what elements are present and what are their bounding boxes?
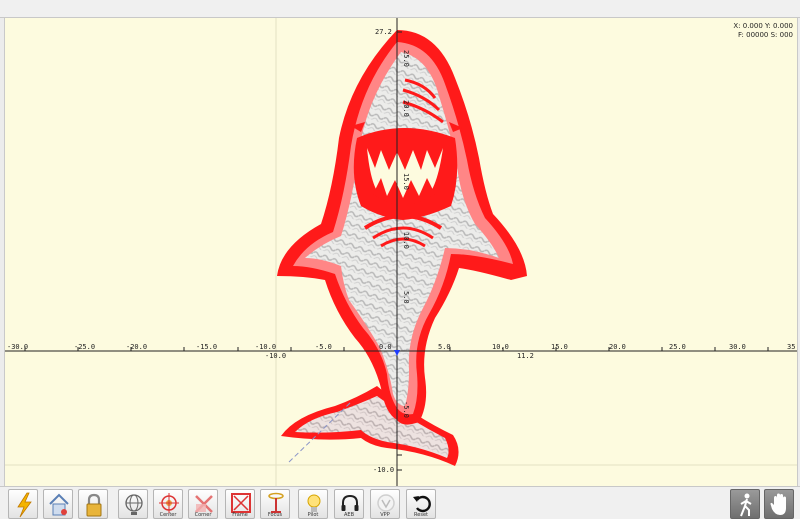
top-bar — [0, 0, 800, 18]
x-tick-label: 10.0 — [492, 343, 509, 351]
y-extent-min-label: -10.0 — [373, 466, 394, 474]
reset-button[interactable]: Reset — [406, 489, 436, 519]
focus-icon — [268, 492, 284, 513]
center-button[interactable]: Center — [153, 489, 183, 519]
y-tick-label: 15.0 — [402, 173, 410, 190]
x-tick-label: 5.0 — [438, 343, 451, 351]
x-tick-label: 30.0 — [729, 343, 746, 351]
undo-icon — [413, 495, 431, 513]
bottom-toolbar: Center Corner Frame Focus Pilot AEB VPP … — [0, 486, 800, 519]
lightning-button[interactable] — [8, 489, 38, 519]
coordinate-readout: X: 0.000 Y: 0.000 F: 00000 S: 000 — [733, 22, 793, 40]
lightbulb-icon — [307, 494, 321, 512]
vpp-icon — [377, 494, 395, 512]
crosshair-icon — [159, 493, 179, 513]
y-tick-label: -5.0 — [402, 401, 410, 418]
x-extent-max-label: 11.2 — [517, 352, 534, 360]
focus-button[interactable]: Focus — [260, 489, 290, 519]
corner-button-label: Corner — [194, 512, 212, 518]
workspace-canvas[interactable]: -30.0 -25.0 -20.0 -15.0 -10.0 -5.0 0.0 5… — [4, 18, 798, 486]
frame-button[interactable]: Frame — [225, 489, 255, 519]
corner-button[interactable]: Corner — [188, 489, 218, 519]
home-button[interactable] — [43, 489, 73, 519]
aeb-button-label: AEB — [343, 512, 354, 518]
headphones-icon — [341, 494, 359, 511]
lock-icon — [86, 493, 102, 517]
focus-button-label: Focus — [267, 512, 283, 518]
x-tick-label: 25.0 — [669, 343, 686, 351]
globe-button[interactable] — [118, 489, 148, 519]
x-tick-label: -15.0 — [196, 343, 217, 351]
frame-icon — [231, 493, 251, 513]
x-extent-min-label: -10.0 — [265, 352, 286, 360]
x-tick-label: 20.0 — [609, 343, 626, 351]
lock-button[interactable] — [78, 489, 108, 519]
x-tick-label: -30.0 — [7, 343, 28, 351]
y-tick-label: 5.0 — [402, 291, 410, 304]
frame-button-label: Frame — [232, 512, 248, 518]
corner-icon — [195, 495, 213, 513]
hand-icon — [770, 493, 786, 515]
x-tick-label: 35 — [787, 343, 795, 351]
xy-readout: X: 0.000 Y: 0.000 — [733, 22, 793, 30]
y-tick-label: 10.0 — [402, 232, 410, 249]
workspace-svg: -30.0 -25.0 -20.0 -15.0 -10.0 -5.0 0.0 5… — [5, 18, 797, 486]
reset-button-label: Reset — [414, 512, 428, 518]
pilot-button-label: Pilot — [307, 512, 319, 518]
aeb-button[interactable]: AEB — [334, 489, 364, 519]
center-button-label: Center — [159, 512, 177, 518]
vpp-button[interactable]: VPP — [370, 489, 400, 519]
x-tick-label: 0.0 — [379, 343, 392, 351]
lightning-icon — [17, 492, 32, 518]
x-tick-label: -10.0 — [255, 343, 276, 351]
x-tick-label: 15.0 — [551, 343, 568, 351]
globe-icon — [125, 494, 143, 515]
feed-speed-readout: F: 00000 S: 000 — [738, 31, 793, 39]
x-tick-label: -25.0 — [74, 343, 95, 351]
x-tick-label: -20.0 — [126, 343, 147, 351]
y-tick-label: 27.2 — [375, 28, 392, 36]
y-tick-label: 25.0 — [402, 50, 410, 67]
walking-person-icon — [740, 493, 752, 517]
y-tick-label: 20.0 — [402, 100, 410, 117]
walk-button[interactable] — [730, 489, 760, 519]
pilot-button[interactable]: Pilot — [298, 489, 328, 519]
home-icon — [49, 493, 69, 516]
shark-artwork — [277, 30, 527, 466]
x-tick-label: -5.0 — [315, 343, 332, 351]
stop-hand-button[interactable] — [764, 489, 794, 519]
vpp-button-label: VPP — [380, 512, 390, 518]
